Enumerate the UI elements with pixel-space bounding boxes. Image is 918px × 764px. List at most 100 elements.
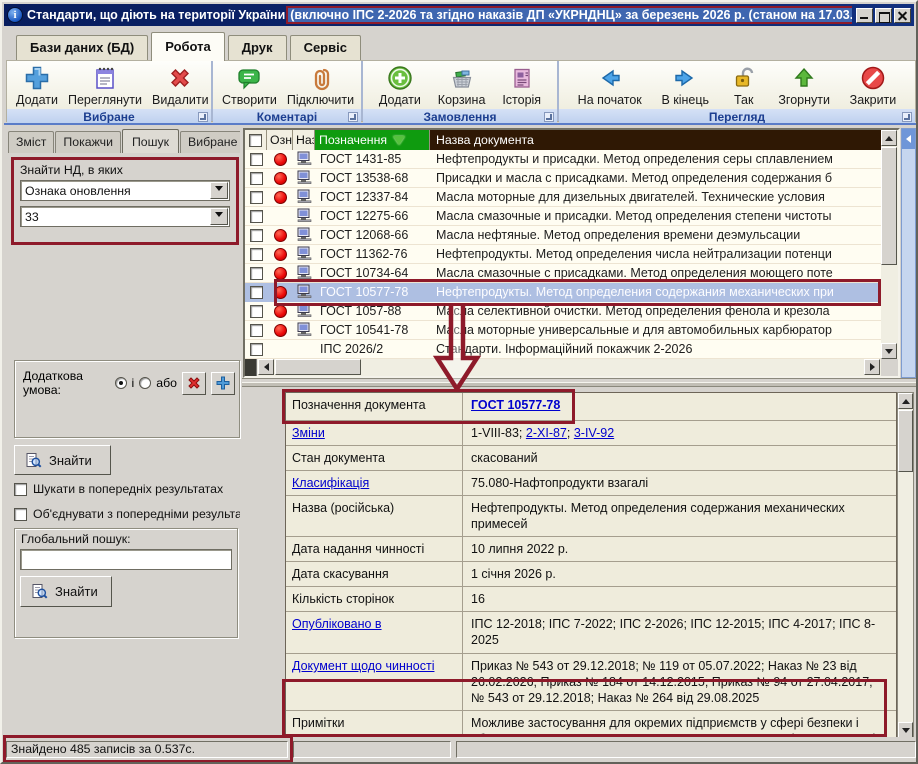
designation-cell[interactable]: ГОСТ 1431-85 [315,150,430,168]
ribbon-button-додати[interactable]: Додати [374,62,426,108]
ribbon-button-в-кінець[interactable]: В кінець [656,62,714,108]
designation-cell[interactable]: ГОСТ 12275-66 [315,207,430,225]
checkbox-icon[interactable] [14,483,27,496]
scroll-up-icon[interactable] [898,393,913,409]
document-name-cell[interactable]: Масла нефтяные. Метод определения времен… [430,226,881,244]
ribbon-tab-сервіс[interactable]: Сервіс [290,35,361,60]
document-name-cell[interactable]: Нефтепродукты. Метод определения числа н… [430,245,881,263]
ribbon-button-створити[interactable]: Створити [217,62,282,108]
sidebar-tab-зміст[interactable]: Зміст [8,131,54,153]
row-checkbox[interactable] [245,283,267,301]
collapse-pane-button[interactable] [902,129,915,149]
designation-cell[interactable]: ГОСТ 11362-76 [315,245,430,263]
details-vertical-scrollbar[interactable] [897,392,914,739]
document-name-cell[interactable]: Масла смазочные с присадками. Метод опре… [430,264,881,282]
global-search-input[interactable] [20,549,232,570]
scroll-thumb[interactable] [881,147,897,265]
table-row[interactable]: ГОСТ 1057-88Масла селективной очистки. М… [245,302,881,321]
row-checkbox[interactable] [245,245,267,263]
table-vertical-scrollbar[interactable] [881,130,898,359]
ribbon-tab-друк[interactable]: Друк [228,35,287,60]
table-row[interactable]: ІПС 2026/2Стандарти. Інформаційний покаж… [245,340,881,359]
row-checkbox[interactable] [245,150,267,168]
detail-label[interactable]: Документ щодо чинності [286,654,463,710]
add-condition-button[interactable] [211,372,235,395]
ribbon-tab-робота[interactable]: Робота [151,32,225,61]
document-name-cell[interactable]: Стандарти. Інформаційний покажчик 2-2026 [430,340,881,358]
document-name-cell[interactable]: Нефтепродукты. Метод определения содержа… [430,283,881,301]
row-checkbox[interactable] [245,340,267,358]
sidebar-tab-покажчи[interactable]: Покажчи [55,131,121,153]
checkbox-search-previous[interactable]: Шукати в попередніх результатах [14,482,240,496]
ribbon-button-закрити[interactable]: Закрити [845,62,902,108]
detail-value-link[interactable]: 3-IV-92 [574,426,614,440]
ribbon-button-видалити[interactable]: Видалити [147,62,214,108]
ribbon-button-згорнути[interactable]: Згорнути [773,62,835,108]
checkbox-merge-previous[interactable]: Об'єднувати з попередніми результатами [14,507,240,521]
column-header-naz[interactable]: Наз [293,130,315,150]
row-checkbox[interactable] [245,169,267,187]
table-row[interactable]: ГОСТ 10734-64Масла смазочные с присадкам… [245,264,881,283]
scroll-left-icon[interactable] [258,359,274,375]
splitter-grip[interactable] [245,359,257,376]
dialog-launcher-icon[interactable] [198,112,208,122]
document-name-cell[interactable]: Масла смазочные и присадки. Метод опреде… [430,207,881,225]
detail-label[interactable]: Опубліковано в [286,612,463,653]
radio-and[interactable] [115,377,127,389]
sidebar-tab-пошук[interactable]: Пошук [122,129,179,153]
designation-cell[interactable]: ГОСТ 12068-66 [315,226,430,244]
table-row[interactable]: ГОСТ 12068-66Масла нефтяные. Метод опред… [245,226,881,245]
search-value-combobox[interactable]: 33 [20,206,230,227]
dialog-launcher-icon[interactable] [902,112,912,122]
row-checkbox[interactable] [245,188,267,206]
dialog-launcher-icon[interactable] [544,112,554,122]
table-row[interactable]: ГОСТ 12337-84Масла моторные для дизельны… [245,188,881,207]
ribbon-button-підключити[interactable]: Підключити [282,62,359,108]
detail-value-link[interactable]: ГОСТ 10577-78 [471,398,560,412]
global-find-button[interactable]: Знайти [20,576,112,607]
row-checkbox[interactable] [245,302,267,320]
designation-cell[interactable]: ГОСТ 13538-68 [315,169,430,187]
designation-cell[interactable]: ГОСТ 10577-78 [315,283,430,301]
document-name-cell[interactable]: Нефтепродукты и присадки. Метод определе… [430,150,881,168]
table-row[interactable]: ГОСТ 12275-66Масла смазочные и присадки.… [245,207,881,226]
ribbon-tab-бази-даних-бд-[interactable]: Бази даних (БД) [16,35,148,60]
checkbox-icon[interactable] [14,508,27,521]
row-checkbox[interactable] [245,207,267,225]
checkbox-icon[interactable] [249,134,262,147]
table-horizontal-scrollbar[interactable] [245,359,881,376]
detail-value-link[interactable]: 2-XI-87 [526,426,567,440]
select-all-header[interactable] [245,130,267,150]
ribbon-button-на-початок[interactable]: На початок [573,62,647,108]
column-header-oznaka[interactable]: Озн [267,130,293,150]
row-checkbox[interactable] [245,321,267,339]
ribbon-button-корзина[interactable]: Корзина [433,62,491,108]
document-name-cell[interactable]: Присадки и масла с присадками. Метод опр… [430,169,881,187]
table-row[interactable]: ГОСТ 11362-76Нефтепродукты. Метод опреде… [245,245,881,264]
document-name-cell[interactable]: Масла селективной очистки. Метод определ… [430,302,881,320]
find-button[interactable]: Знайти [14,445,111,475]
search-field-combobox[interactable]: Ознака оновлення [20,180,230,201]
table-row[interactable]: ГОСТ 1431-85Нефтепродукты и присадки. Ме… [245,150,881,169]
table-row[interactable]: ГОСТ 10541-78Масла моторные универсальны… [245,321,881,340]
designation-cell[interactable]: ГОСТ 10541-78 [315,321,430,339]
designation-cell[interactable]: ГОСТ 1057-88 [315,302,430,320]
ribbon-button-історія[interactable]: Історія [497,62,546,108]
row-checkbox[interactable] [245,264,267,282]
scroll-thumb[interactable] [275,359,361,375]
dialog-launcher-icon[interactable] [348,112,358,122]
scroll-down-icon[interactable] [881,343,897,359]
table-row[interactable]: ГОСТ 10577-78Нефтепродукты. Метод опреде… [245,283,881,302]
ribbon-button-так[interactable]: Так [724,62,764,108]
scroll-thumb[interactable] [898,410,913,472]
chevron-down-icon[interactable] [210,182,228,199]
sidebar-tab-вибране[interactable]: Вибране [180,131,240,153]
close-icon[interactable] [894,8,911,23]
detail-label[interactable]: Зміни [286,421,463,445]
scroll-down-icon[interactable] [898,722,913,738]
remove-condition-button[interactable] [182,372,206,395]
detail-label[interactable]: Класифікація [286,471,463,495]
designation-cell[interactable]: ГОСТ 12337-84 [315,188,430,206]
designation-cell[interactable]: ГОСТ 10734-64 [315,264,430,282]
row-checkbox[interactable] [245,226,267,244]
